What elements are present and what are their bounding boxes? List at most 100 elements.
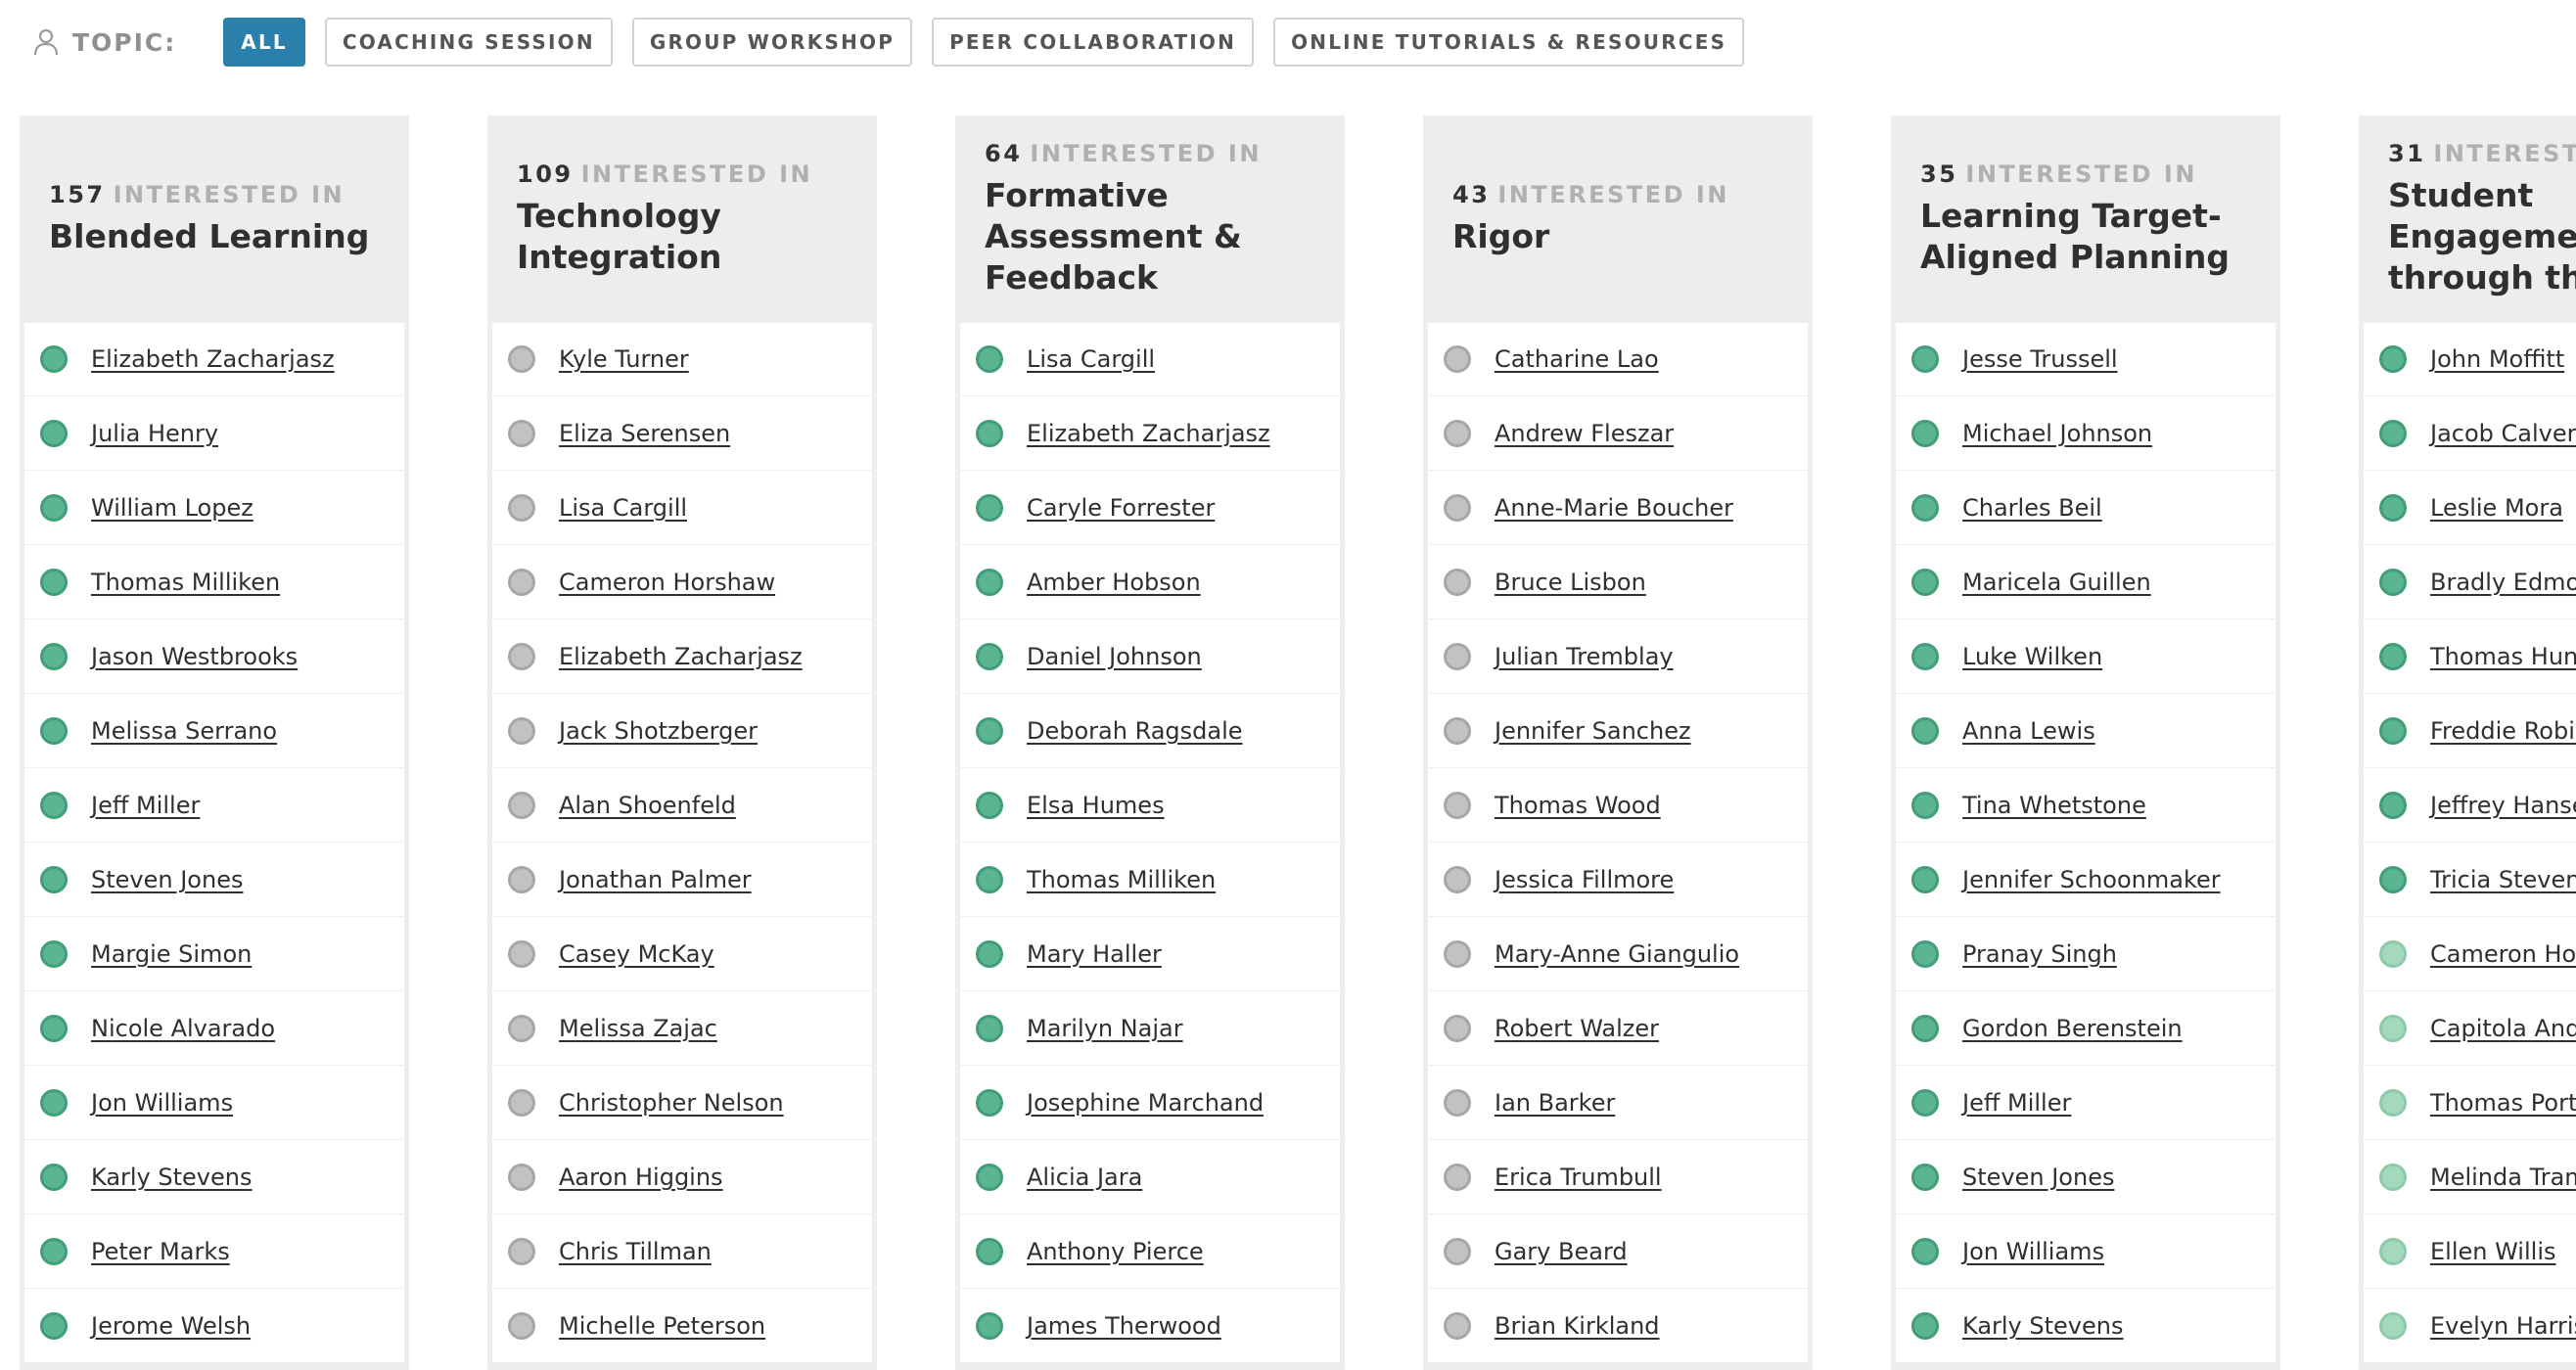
person-name-link[interactable]: Melinda Tramwell [2430, 1164, 2576, 1191]
person-name-link[interactable]: Maricela Guillen [1962, 569, 2151, 596]
person-name-link[interactable]: Julia Henry [91, 420, 218, 447]
person-name-link[interactable]: Jerome Welsh [91, 1312, 251, 1340]
person-name-link[interactable]: Jeffrey Hansel [2430, 792, 2576, 819]
topic-column: 43 INTERESTED IN Rigor Catharine Lao Andrew … [1423, 115, 1813, 1370]
chip-peer-collaboration[interactable]: PEER COLLABORATION [932, 18, 1255, 67]
person-name-link[interactable]: Lisa Cargill [559, 494, 687, 522]
person-name-link[interactable]: Gordon Berenstein [1962, 1015, 2183, 1042]
person-name-link[interactable]: Anna Lewis [1962, 717, 2095, 745]
interested-in-label: INTERESTED IN [580, 160, 813, 188]
person-name-link[interactable]: John Moffitt [2430, 345, 2564, 373]
person-name-link[interactable]: Jonathan Palmer [559, 866, 752, 893]
person-name-link[interactable]: Thomas Hunt [2430, 643, 2576, 670]
person-name-link[interactable]: Mary Haller [1027, 940, 1162, 968]
person-name-link[interactable]: Aaron Higgins [559, 1164, 723, 1191]
person-name-link[interactable]: Jessica Fillmore [1495, 866, 1674, 893]
person-name-link[interactable]: Elizabeth Zacharjasz [91, 345, 335, 373]
person-name-link[interactable]: Thomas Wood [1495, 792, 1661, 819]
person-name-link[interactable]: Jennifer Schoonmaker [1962, 866, 2221, 893]
person-name-link[interactable]: Jason Westbrooks [91, 643, 298, 670]
person-name-link[interactable]: Bruce Lisbon [1495, 569, 1646, 596]
person-name-link[interactable]: Robert Walzer [1495, 1015, 1659, 1042]
person-name-link[interactable]: Margie Simon [91, 940, 252, 968]
person-name-link[interactable]: William Lopez [91, 494, 253, 522]
person-name-link[interactable]: Julian Tremblay [1495, 643, 1674, 670]
person-name-link[interactable]: Mary-Anne Giangulio [1495, 940, 1739, 968]
person-name-link[interactable]: Peter Marks [91, 1238, 230, 1265]
person-row: Brian Kirkland [1428, 1290, 1808, 1363]
person-name-link[interactable]: Cameron Horshaw [2430, 940, 2576, 968]
person-name-link[interactable]: Freddie Robinson [2430, 717, 2576, 745]
person-name-link[interactable]: Anthony Pierce [1027, 1238, 1204, 1265]
person-name-link[interactable]: Steven Jones [1962, 1164, 2114, 1191]
chip-group-workshop[interactable]: GROUP WORKSHOP [631, 18, 913, 67]
person-name-link[interactable]: Daniel Johnson [1027, 643, 1202, 670]
person-name-link[interactable]: Erica Trumbull [1495, 1164, 1662, 1191]
person-name-link[interactable]: Casey McKay [559, 940, 714, 968]
person-name-link[interactable]: Jacob Calvert [2430, 420, 2576, 447]
person-name-link[interactable]: Elizabeth Zacharjasz [1027, 420, 1270, 447]
person-name-link[interactable]: Tina Whetstone [1962, 792, 2146, 819]
person-name-link[interactable]: James Therwood [1027, 1312, 1221, 1340]
person-name-link[interactable]: Andrew Fleszar [1495, 420, 1674, 447]
person-name-link[interactable]: Jon Williams [91, 1089, 233, 1117]
person-name-link[interactable]: Thomas Milliken [91, 569, 280, 596]
person-name-link[interactable]: Karly Stevens [1962, 1312, 2123, 1340]
person-name-link[interactable]: Ellen Willis [2430, 1238, 2555, 1265]
topic-column: 35 INTERESTED IN Learning Target-Aligned P… [1891, 115, 2280, 1370]
person-name-link[interactable]: Jack Shotzberger [559, 717, 758, 745]
person-name-link[interactable]: Alicia Jara [1027, 1164, 1142, 1191]
person-name-link[interactable]: Anne-Marie Boucher [1495, 494, 1733, 522]
person-name-link[interactable]: Jeff Miller [1962, 1089, 2071, 1117]
person-name-link[interactable]: Amber Hobson [1027, 569, 1201, 596]
person-name-link[interactable]: Ian Barker [1495, 1089, 1615, 1117]
person-name-link[interactable]: Eliza Serensen [559, 420, 730, 447]
person-name-link[interactable]: Steven Jones [91, 866, 243, 893]
topic-title: Formative Assessment & Feedback [985, 176, 1242, 297]
person-name-link[interactable]: Michael Johnson [1962, 420, 2152, 447]
status-dot-icon [40, 1312, 68, 1340]
person-name-link[interactable]: Lisa Cargill [1027, 345, 1155, 373]
person-name-link[interactable]: Christopher Nelson [559, 1089, 784, 1117]
person-row: Lisa Cargill [960, 323, 1340, 396]
person-name-link[interactable]: Elizabeth Zacharjasz [559, 643, 803, 670]
person-name-link[interactable]: Capitola Anderson [2430, 1015, 2576, 1042]
chip-coaching-session[interactable]: COACHING SESSION [324, 18, 613, 67]
person-name-link[interactable]: Melissa Serrano [91, 717, 277, 745]
person-name-link[interactable]: Charles Beil [1962, 494, 2102, 522]
person-name-link[interactable]: Thomas Milliken [1027, 866, 1216, 893]
person-name-link[interactable]: Leslie Mora [2430, 494, 2563, 522]
person-name-link[interactable]: Catharine Lao [1495, 345, 1659, 373]
person-name-link[interactable]: Cameron Horshaw [559, 569, 775, 596]
person-name-link[interactable]: Josephine Marchand [1027, 1089, 1264, 1117]
person-name-link[interactable]: Luke Wilken [1962, 643, 2102, 670]
person-name-link[interactable]: Caryle Forrester [1027, 494, 1215, 522]
person-name-link[interactable]: Evelyn Harris [2430, 1312, 2576, 1340]
status-dot-icon [508, 1164, 535, 1191]
chip-all[interactable]: ALL [223, 18, 305, 67]
person-name-link[interactable]: Jeff Miller [91, 792, 200, 819]
person-name-link[interactable]: Michelle Peterson [559, 1312, 765, 1340]
person-name-link[interactable]: Jennifer Sanchez [1495, 717, 1691, 745]
person-name-link[interactable]: Gary Beard [1495, 1238, 1628, 1265]
person-row: Gary Beard [1428, 1215, 1808, 1289]
person-name-link[interactable]: Pranay Singh [1962, 940, 2117, 968]
person-name-link[interactable]: Melissa Zajac [559, 1015, 717, 1042]
person-name-link[interactable]: Marilyn Najar [1027, 1015, 1183, 1042]
person-name-link[interactable]: Nicole Alvarado [91, 1015, 275, 1042]
person-name-link[interactable]: Chris Tillman [559, 1238, 712, 1265]
person-name-link[interactable]: Deborah Ragsdale [1027, 717, 1243, 745]
person-name-link[interactable]: Jesse Trussell [1962, 345, 2118, 373]
person-name-link[interactable]: Jon Williams [1962, 1238, 2104, 1265]
person-name-link[interactable]: Bradly Edmonds [2430, 569, 2576, 596]
person-name-link[interactable]: Thomas Porter [2430, 1089, 2576, 1117]
status-dot-icon [1444, 494, 1471, 522]
person-name-link[interactable]: Tricia Stevens [2430, 866, 2576, 893]
person-name-link[interactable]: Alan Shoenfeld [559, 792, 736, 819]
person-name-link[interactable]: Karly Stevens [91, 1164, 252, 1191]
person-name-link[interactable]: Brian Kirkland [1495, 1312, 1660, 1340]
status-dot-icon [40, 940, 68, 968]
person-name-link[interactable]: Elsa Humes [1027, 792, 1165, 819]
person-name-link[interactable]: Kyle Turner [559, 345, 689, 373]
chip-online-tutorials[interactable]: ONLINE TUTORIALS & RESOURCES [1273, 18, 1745, 67]
